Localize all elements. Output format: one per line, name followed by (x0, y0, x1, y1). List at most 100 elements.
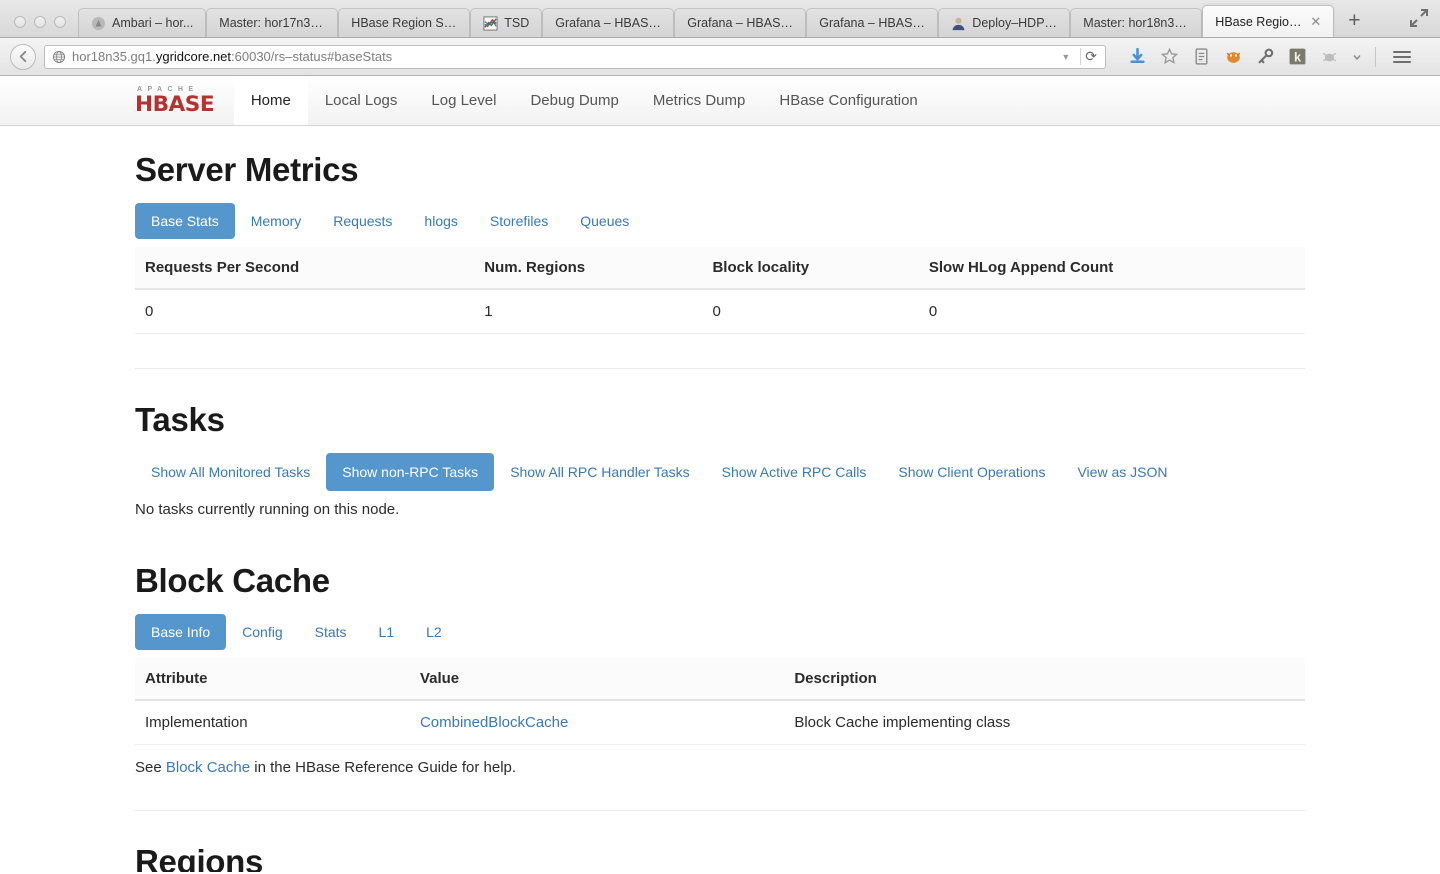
hbase-logo[interactable]: APACHE HBASE (135, 86, 212, 115)
chart-icon (483, 16, 498, 31)
chevron-down-icon[interactable]: ▼ (1061, 52, 1074, 62)
window-controls (0, 16, 78, 37)
close-window-button[interactable] (14, 16, 26, 28)
tab-label: HBase Region Serv... (351, 16, 457, 30)
bug-icon[interactable] (1320, 47, 1339, 66)
ambari-icon (91, 16, 106, 31)
globe-icon (52, 50, 66, 64)
browser-tab-deploy-hdp[interactable]: Deploy–HDP n... (938, 8, 1070, 37)
tab-queues[interactable]: Queues (564, 203, 645, 239)
tab-label: Grafana – HBASE–... (687, 16, 793, 30)
tab-show-active-rpc-calls[interactable]: Show Active RPC Calls (706, 453, 883, 491)
zoom-window-button[interactable] (54, 16, 66, 28)
combined-block-cache-link[interactable]: CombinedBlockCache (420, 714, 568, 731)
browser-tab-master-hor18n38[interactable]: Master: hor18n38... (1070, 8, 1202, 37)
reader-list-icon[interactable] (1192, 47, 1211, 66)
svg-text:k: k (1294, 50, 1302, 64)
table-row: 0 1 0 0 (135, 289, 1305, 334)
nav-item-hbase-configuration[interactable]: HBase Configuration (762, 76, 934, 125)
column-header-value: Value (410, 658, 784, 700)
tab-label: Master: hor17n36... (219, 16, 325, 30)
fullscreen-icon[interactable] (1408, 7, 1430, 29)
address-bar[interactable]: hor18n35.gq1.ygridcore.net:60030/rs–stat… (44, 45, 1106, 69)
tab-label: Deploy–HDP n... (972, 16, 1057, 30)
cell-block-locality: 0 (702, 289, 918, 334)
tab-show-client-operations[interactable]: Show Client Operations (882, 453, 1061, 491)
column-header-requests-per-second: Requests Per Second (135, 247, 474, 289)
url-prefix: hor18n35.gq1. (72, 49, 156, 64)
table-header-row: Requests Per Second Num. Regions Block l… (135, 247, 1305, 289)
tab-show-all-rpc-handler-tasks[interactable]: Show All RPC Handler Tasks (494, 453, 705, 491)
kaspersky-icon[interactable]: k (1288, 47, 1307, 66)
tab-hlogs[interactable]: hlogs (408, 203, 473, 239)
block-cache-table: Attribute Value Description Implementati… (135, 658, 1305, 745)
cell-slow-hlog-append-count: 0 (919, 289, 1305, 334)
cell-requests-per-second: 0 (135, 289, 474, 334)
key-icon[interactable] (1256, 47, 1275, 66)
url-suffix: :60030/rs–status#baseStats (231, 49, 392, 64)
tab-label: Grafana – HBASE–... (819, 16, 925, 30)
person-icon (951, 16, 966, 31)
tab-view-as-json[interactable]: View as JSON (1061, 453, 1183, 491)
column-header-description: Description (784, 658, 1305, 700)
regions-title: Regions (135, 843, 1305, 872)
cell-attribute: Implementation (135, 700, 410, 745)
tab-list: Ambari – hor... Master: hor17n36... HBas… (78, 0, 1440, 37)
tab-memory[interactable]: Memory (235, 203, 318, 239)
tab-storefiles[interactable]: Storefiles (474, 203, 564, 239)
tab-label: TSD (504, 16, 529, 30)
browser-tab-grafana-1[interactable]: Grafana – HBASE–... (542, 8, 674, 37)
table-row: Implementation CombinedBlockCache Block … (135, 700, 1305, 745)
logo-hbase-text: HBASE (135, 94, 214, 115)
menu-icon[interactable] (1389, 51, 1411, 63)
download-icon[interactable] (1128, 47, 1147, 66)
tasks-empty-message: No tasks currently running on this node. (135, 493, 1305, 518)
back-button[interactable] (10, 44, 36, 70)
tab-label: Master: hor18n38... (1083, 16, 1189, 30)
nav-item-metrics-dump[interactable]: Metrics Dump (636, 76, 763, 125)
browser-tab-hbase-region-active[interactable]: HBase Region ... ✕ (1202, 5, 1334, 37)
column-header-attribute: Attribute (135, 658, 410, 700)
browser-tab-ambari[interactable]: Ambari – hor... (78, 8, 206, 37)
section-divider (135, 368, 1305, 369)
firebug-icon[interactable] (1224, 47, 1243, 66)
footer-suffix: in the HBase Reference Guide for help. (250, 759, 516, 776)
tab-block-cache-l2[interactable]: L2 (410, 614, 458, 650)
browser-toolbar: hor18n35.gq1.ygridcore.net:60030/rs–stat… (0, 38, 1440, 76)
column-header-num-regions: Num. Regions (474, 247, 702, 289)
new-tab-button[interactable]: + (1334, 10, 1374, 35)
minimize-window-button[interactable] (34, 16, 46, 28)
chevron-down-icon[interactable] (1352, 47, 1362, 66)
nav-item-home[interactable]: Home (234, 76, 308, 125)
browser-window: Ambari – hor... Master: hor17n36... HBas… (0, 0, 1440, 874)
tab-show-all-monitored-tasks[interactable]: Show All Monitored Tasks (135, 453, 326, 491)
hbase-navbar: APACHE HBASE Home Local Logs Log Level D… (0, 76, 1440, 126)
block-cache-reference-link[interactable]: Block Cache (166, 759, 250, 776)
browser-tab-master-hor17n36[interactable]: Master: hor17n36... (206, 8, 338, 37)
browser-tabstrip: Ambari – hor... Master: hor17n36... HBas… (0, 0, 1440, 38)
toolbar-divider (1375, 47, 1376, 67)
cell-description: Block Cache implementing class (784, 700, 1305, 745)
bookmark-star-icon[interactable] (1160, 47, 1179, 66)
browser-tab-grafana-2[interactable]: Grafana – HBASE–... (674, 8, 806, 37)
close-icon[interactable]: ✕ (1310, 14, 1321, 30)
browser-tab-grafana-3[interactable]: Grafana – HBASE–... (806, 8, 938, 37)
section-divider (135, 810, 1305, 811)
table-header-row: Attribute Value Description (135, 658, 1305, 700)
tasks-tabs: Show All Monitored Tasks Show non-RPC Ta… (135, 453, 1305, 491)
browser-tab-hbase-region-server[interactable]: HBase Region Serv... (338, 8, 470, 37)
tab-requests[interactable]: Requests (317, 203, 408, 239)
tab-block-cache-config[interactable]: Config (226, 614, 298, 650)
tab-block-cache-base-info[interactable]: Base Info (135, 614, 226, 650)
nav-item-debug-dump[interactable]: Debug Dump (513, 76, 635, 125)
browser-tab-tsd[interactable]: TSD (470, 8, 542, 37)
nav-item-log-level[interactable]: Log Level (414, 76, 513, 125)
tab-block-cache-l1[interactable]: L1 (363, 614, 411, 650)
nav-item-local-logs[interactable]: Local Logs (308, 76, 415, 125)
tab-base-stats[interactable]: Base Stats (135, 203, 235, 239)
reload-icon[interactable]: ⟳ (1080, 48, 1101, 65)
tab-show-non-rpc-tasks[interactable]: Show non-RPC Tasks (326, 453, 494, 491)
tab-label: HBase Region ... (1215, 15, 1302, 29)
page-viewport: APACHE HBASE Home Local Logs Log Level D… (0, 76, 1440, 872)
tab-block-cache-stats[interactable]: Stats (299, 614, 363, 650)
